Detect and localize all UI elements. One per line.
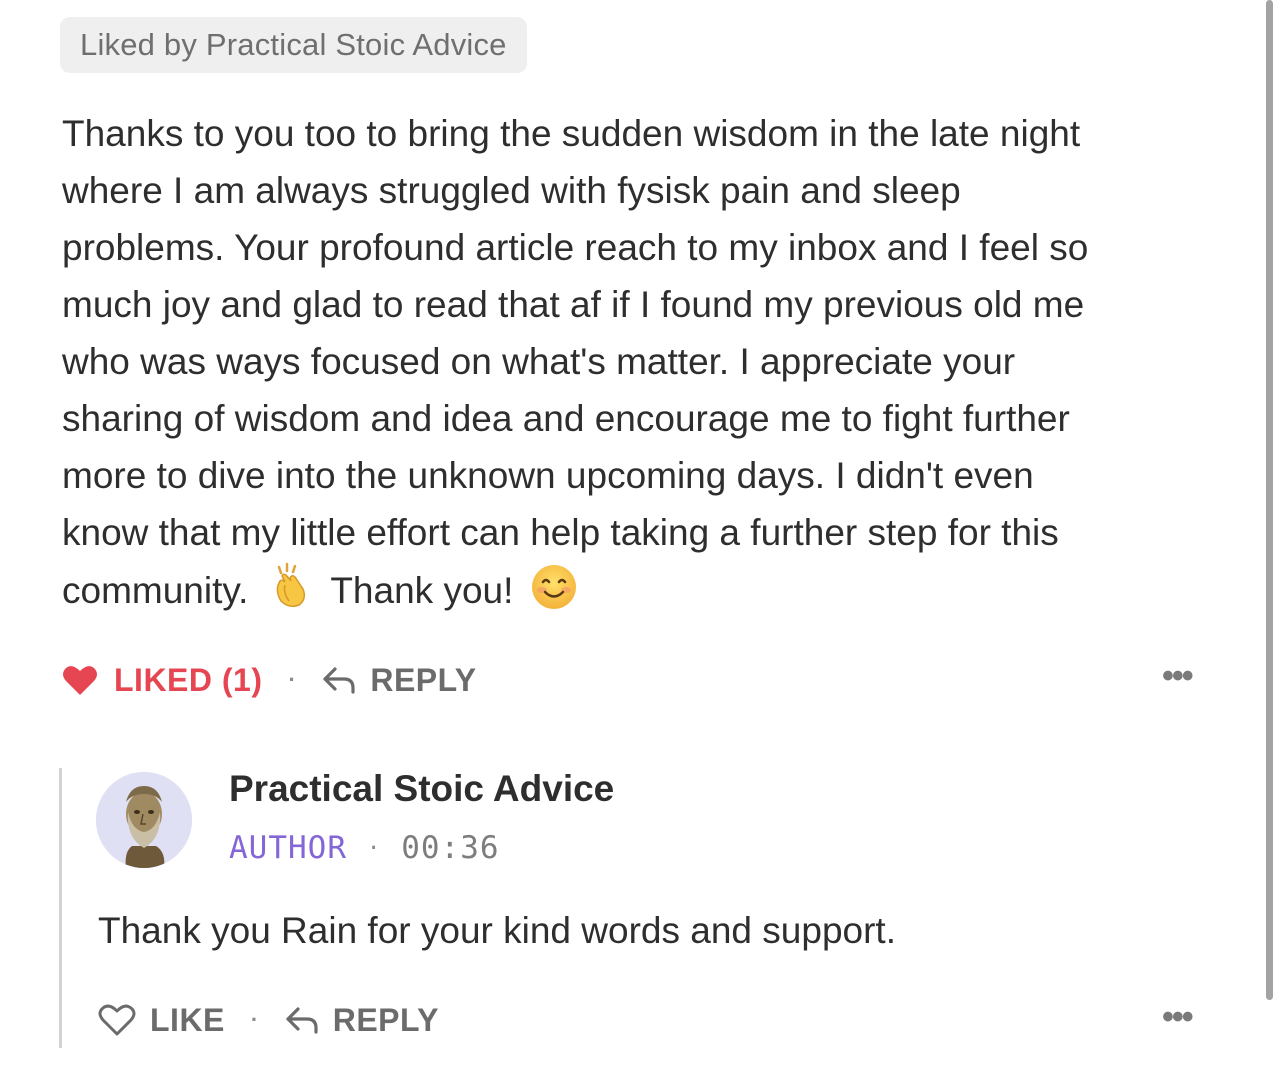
more-options-button[interactable]: ••• <box>1162 659 1194 693</box>
liked-by-badge: Liked by Practical Stoic Advice <box>60 17 527 73</box>
separator-dot: · <box>250 1007 259 1032</box>
scrollbar[interactable] <box>1266 0 1273 1000</box>
like-label: LIKE <box>150 1001 225 1038</box>
reply-body: Thank you Rain for your kind words and s… <box>98 910 896 951</box>
author-badge: AUTHOR <box>229 830 347 866</box>
comment-line-last: community. Thank you! <box>62 561 1222 627</box>
heart-outline-icon <box>98 1004 136 1036</box>
reply-label: REPLY <box>370 661 477 698</box>
comment-line: who was ways focused on what's matter. I… <box>62 341 1016 382</box>
comment-last-end: Thank you! <box>330 570 514 611</box>
smiling-face-icon <box>530 563 578 627</box>
heart-filled-icon <box>63 666 97 695</box>
comment-actions: LIKED (1) · REPLY <box>62 652 477 708</box>
comment-line: much joy and glad to read that af if I f… <box>62 284 1085 325</box>
reply-arrow-icon <box>286 1007 318 1034</box>
timestamp[interactable]: 00:36 <box>401 830 499 866</box>
separator-dot: · <box>366 835 382 861</box>
reply-button[interactable]: REPLY <box>285 1002 439 1039</box>
reply-arrow-icon <box>323 667 355 694</box>
like-button[interactable]: LIKE <box>98 1002 225 1039</box>
comment-line: more to dive into the unknown upcoming d… <box>62 455 1034 496</box>
comment-line: know that my little effort can help taki… <box>62 512 1059 553</box>
reply-button[interactable]: REPLY <box>322 662 476 699</box>
comment-body: Thanks to you too to bring the sudden wi… <box>62 105 1222 627</box>
separator-dot: · <box>288 667 297 692</box>
reply-author-name[interactable]: Practical Stoic Advice <box>229 768 614 810</box>
comment-last-start: community. <box>62 570 249 611</box>
reply-meta: AUTHOR · 00:36 <box>229 830 500 866</box>
reply-actions: LIKE · REPLY <box>98 992 439 1048</box>
liked-label: LIKED (1) <box>114 661 263 698</box>
avatar[interactable] <box>96 772 192 868</box>
comment-line: problems. Your profound article reach to… <box>62 227 1089 268</box>
reply-label: REPLY <box>332 1001 439 1038</box>
thread-line <box>59 768 62 1048</box>
clapping-hands-icon <box>265 561 315 627</box>
liked-button[interactable]: LIKED (1) <box>62 662 263 699</box>
comment-line: Thanks to you too to bring the sudden wi… <box>62 113 1081 154</box>
more-options-button[interactable]: ••• <box>1162 1000 1194 1034</box>
comment-line: where I am always struggled with fysisk … <box>62 170 961 211</box>
comment-line: sharing of wisdom and idea and encourage… <box>62 398 1070 439</box>
